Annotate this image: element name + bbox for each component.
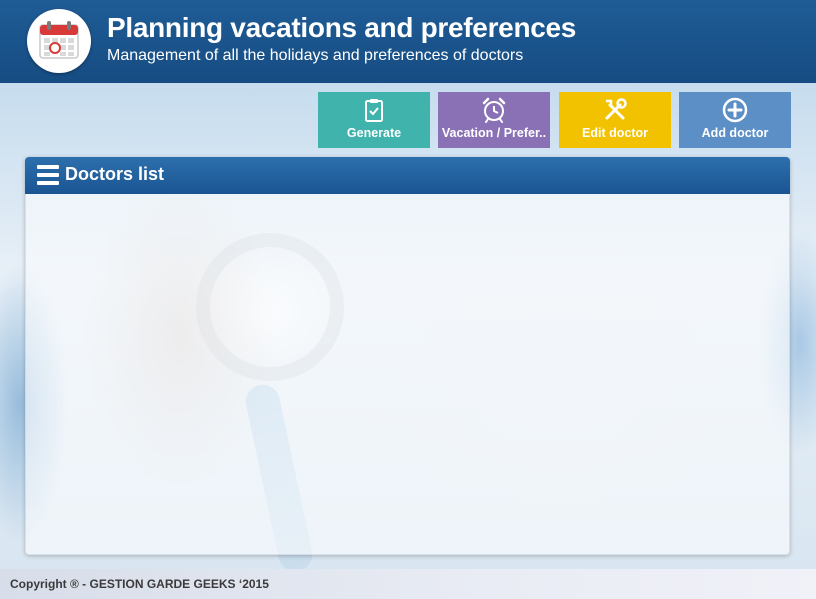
generate-button[interactable]: Generate xyxy=(318,92,430,148)
doctors-list-panel: Doctors list xyxy=(25,157,790,555)
app-header: Planning vacations and preferences Manag… xyxy=(0,0,816,83)
clipboard-check-icon xyxy=(365,99,383,122)
panel-header: Doctors list xyxy=(25,157,790,194)
vacation-preferences-button[interactable]: Vacation / Prefer.. xyxy=(438,92,550,148)
add-doctor-button[interactable]: Add doctor xyxy=(679,92,791,148)
page-title: Planning vacations and preferences xyxy=(107,12,577,43)
doctors-list xyxy=(25,194,790,555)
edit-doctor-button[interactable]: Edit doctor xyxy=(559,92,671,148)
tools-icon xyxy=(605,98,627,120)
vacation-preferences-button-label: Vacation / Prefer.. xyxy=(441,126,547,140)
copyright-text: Copyright ® - GESTION GARDE GEEKS ‘2015 xyxy=(10,577,269,591)
generate-button-label: Generate xyxy=(346,126,402,140)
calendar-icon xyxy=(27,9,91,73)
page-subtitle: Management of all the holidays and prefe… xyxy=(107,47,524,64)
alarm-clock-icon xyxy=(482,97,506,123)
menu-icon[interactable] xyxy=(37,165,59,185)
edit-doctor-button-label: Edit doctor xyxy=(582,126,648,140)
plus-circle-icon xyxy=(722,97,748,123)
panel-title: Doctors list xyxy=(65,164,165,184)
footer: Copyright ® - GESTION GARDE GEEKS ‘2015 xyxy=(0,569,816,599)
add-doctor-button-label: Add doctor xyxy=(701,126,769,140)
